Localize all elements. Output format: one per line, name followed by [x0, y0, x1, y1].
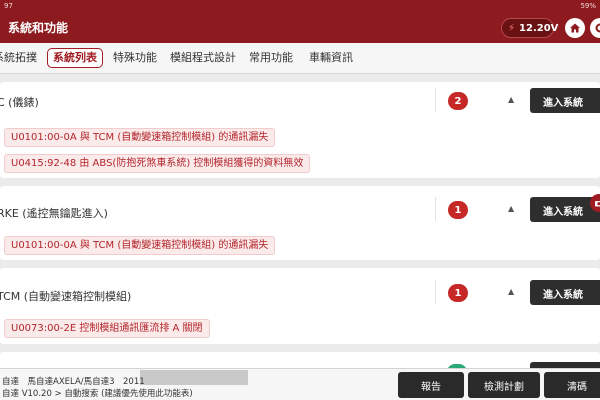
- system-list: C (儀錶) 2 ▲ 進入系統 U0101:00-0A 與 TCM (自動變速箱…: [0, 74, 600, 368]
- tab-bar: 系統拓撲 系統列表 特殊功能 模組程式設計 常用功能 車輛資訊: [0, 43, 600, 74]
- tab-vehicle-info[interactable]: 車輛資訊: [309, 50, 353, 66]
- tab-common-functions[interactable]: 常用功能: [249, 50, 293, 66]
- voltage-indicator: ⚡ 12.20V: [501, 18, 558, 38]
- gear-icon: [595, 23, 600, 33]
- system-card: RKE (遙控無鑰匙進入) 1 ▲ 進入系統 U0101:00-0A 與 TCM…: [0, 186, 600, 260]
- header: 系統和功能 ⚡ 12.20V: [0, 12, 600, 43]
- enter-system-label: 進入系統: [543, 98, 583, 109]
- triangle-up-icon[interactable]: ▲: [508, 95, 514, 104]
- system-card: [0, 352, 600, 368]
- battery-level: 59%: [580, 2, 596, 10]
- fault-count-badge: 2: [448, 92, 468, 110]
- system-name: RKE (遙控無鑰匙進入): [0, 207, 108, 220]
- redacted-vin: [140, 370, 248, 385]
- home-icon: [570, 23, 580, 33]
- enter-system-button[interactable]: 進入系統: [530, 280, 600, 305]
- dtc-item[interactable]: U0415:92-48 由 ABS(防抱死煞車系統) 控制模組獲得的資料無效: [4, 154, 311, 173]
- test-plan-button[interactable]: 檢測計劃: [468, 372, 540, 398]
- system-card: C (儀錶) 2 ▲ 進入系統 U0101:00-0A 與 TCM (自動變速箱…: [0, 82, 600, 178]
- fault-count-badge: 1: [448, 201, 468, 219]
- tab-special-functions[interactable]: 特殊功能: [113, 50, 157, 66]
- status-left-text: 97: [4, 2, 13, 10]
- divider: [435, 197, 436, 221]
- version-info: 自達 V10.20 > 自動搜索 (建議優先使用此功能表): [2, 389, 193, 399]
- system-card: TCM (自動變速箱控制模組) 1 ▲ 進入系統 U0073:00-2E 控制模…: [0, 268, 600, 344]
- tab-system-list[interactable]: 系統列表: [47, 48, 103, 68]
- page-title: 系統和功能: [8, 21, 69, 35]
- dtc-item[interactable]: U0101:00-0A 與 TCM (自動變速箱控制模組) 的通訊漏失: [4, 236, 276, 255]
- home-button[interactable]: [565, 18, 585, 38]
- clear-codes-button[interactable]: 清碼: [544, 372, 600, 398]
- triangle-up-icon[interactable]: ▲: [508, 204, 514, 213]
- tab-module-programming[interactable]: 模組程式設計: [170, 50, 236, 66]
- fault-count-badge: 1: [448, 284, 468, 302]
- enter-system-label: 進入系統: [543, 207, 583, 218]
- bolt-icon: ⚡: [508, 22, 516, 34]
- settings-button[interactable]: [590, 18, 600, 38]
- system-name: TCM (自動變速箱控制模組): [0, 290, 132, 303]
- enter-system-label: 進入系統: [543, 290, 583, 301]
- footer: 自達 馬自達AXELA/馬自達3 2011 自達 V10.20 > 自動搜索 (…: [0, 368, 600, 400]
- triangle-up-icon[interactable]: ▲: [508, 287, 514, 296]
- tab-system-topology[interactable]: 系統拓撲: [0, 50, 37, 66]
- dtc-item[interactable]: U0073:00-2E 控制模組通訊匯流排 A 關閉: [4, 319, 210, 338]
- system-name: C (儀錶): [0, 96, 39, 109]
- vehicle-info: 自達 馬自達AXELA/馬自達3 2011: [2, 377, 145, 387]
- divider: [435, 88, 436, 112]
- report-button[interactable]: 報告: [398, 372, 464, 398]
- camera-icon: [595, 201, 600, 207]
- status-bar: 97 59%: [0, 0, 600, 12]
- divider: [435, 280, 436, 304]
- enter-system-button[interactable]: 進入系統: [530, 88, 600, 113]
- voltage-value: 12.20V: [519, 22, 559, 34]
- dtc-item[interactable]: U0101:00-0A 與 TCM (自動變速箱控制模組) 的通訊漏失: [4, 128, 276, 147]
